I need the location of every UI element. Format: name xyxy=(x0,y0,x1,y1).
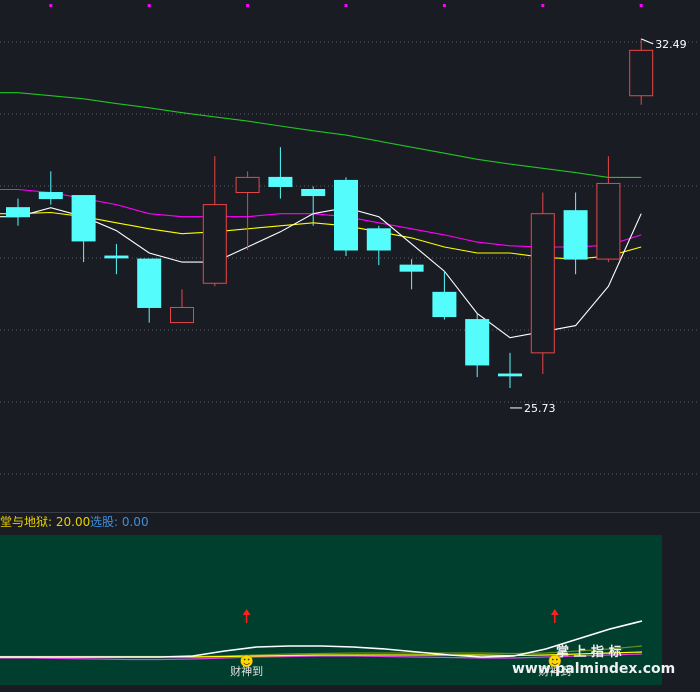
signal-label: 财神到 xyxy=(230,664,263,678)
candle xyxy=(498,352,522,388)
candle-body xyxy=(137,258,162,308)
candle-body xyxy=(202,204,227,284)
candle xyxy=(137,258,162,323)
indicator-select-label: 选股: 0.00 xyxy=(90,515,149,529)
candle-body xyxy=(465,319,490,366)
candle-body xyxy=(596,182,621,260)
candle xyxy=(530,192,555,375)
candle-body xyxy=(498,373,522,377)
candle xyxy=(104,243,129,275)
candle-body xyxy=(530,213,555,354)
candle xyxy=(235,171,260,250)
candle-body xyxy=(366,228,391,251)
stock-chart: 32.49 25.73 堂与地狱: 20.00 选股: 0.00 财神到 财神到 … xyxy=(0,4,700,685)
top-marker xyxy=(49,4,53,7)
candle xyxy=(268,147,293,199)
candle-body xyxy=(38,192,63,200)
candle xyxy=(399,259,424,290)
top-marker xyxy=(147,4,151,7)
price-min-label: 25.73 xyxy=(524,402,556,415)
candle-body xyxy=(170,306,194,324)
candle-body xyxy=(235,176,260,194)
candle-body xyxy=(563,210,588,260)
candle xyxy=(366,225,391,266)
candle-body xyxy=(629,49,654,97)
smiley-eye xyxy=(243,658,246,661)
candle xyxy=(629,38,654,105)
candle xyxy=(334,177,358,257)
smiley-eye xyxy=(247,658,250,661)
candle xyxy=(563,192,588,275)
candle xyxy=(596,156,621,263)
candle xyxy=(170,289,194,324)
watermark-url: www.palmindex.com xyxy=(512,661,675,677)
candle-body xyxy=(334,179,358,251)
candlesticks xyxy=(6,38,654,388)
top-marker xyxy=(639,4,643,7)
price-max-label: 32.49 xyxy=(655,38,687,51)
candle-body xyxy=(71,195,96,242)
watermark-main: 掌 上 指 标 xyxy=(556,644,622,660)
top-marker xyxy=(541,4,545,7)
candle xyxy=(301,186,326,226)
candle-body xyxy=(301,189,326,197)
top-markers xyxy=(49,4,643,7)
candle-body xyxy=(104,255,129,259)
candle xyxy=(6,198,30,226)
max-pointer xyxy=(641,38,654,45)
candle xyxy=(465,313,490,378)
candle xyxy=(38,171,63,205)
candle-body xyxy=(432,291,457,318)
top-marker xyxy=(344,4,348,7)
indicator-name-label: 堂与地狱: 20.00 xyxy=(0,515,90,529)
candle-body xyxy=(399,264,424,272)
candle-body xyxy=(6,207,30,218)
ma-green-line xyxy=(0,92,642,178)
candle xyxy=(202,156,227,287)
candle xyxy=(432,271,457,320)
candle xyxy=(71,195,96,263)
top-marker xyxy=(246,4,250,7)
candle-body xyxy=(268,176,293,187)
top-marker xyxy=(442,4,446,7)
